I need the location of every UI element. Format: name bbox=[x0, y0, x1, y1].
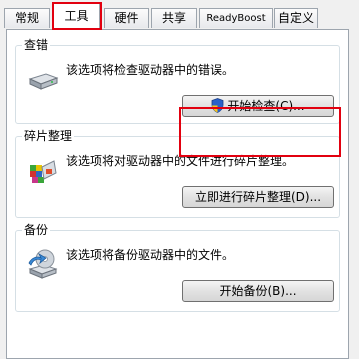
tab-customize[interactable]: 自定义 bbox=[274, 8, 318, 28]
tab-strip: 常规 工具 硬件 共享 ReadyBoost 自定义 bbox=[0, 0, 359, 30]
drive-icon bbox=[28, 73, 59, 90]
error-check-title: 查错 bbox=[22, 37, 51, 53]
tools-page: 查错 该选项将检查驱动器中的错误。 开始检查(C)... 碎片整理 该选项将对驱… bbox=[6, 29, 349, 359]
tab-hardware[interactable]: 硬件 bbox=[104, 8, 149, 28]
backup-section: 备份 该选项将备份驱动器中的文件。 开始备份(B)... bbox=[15, 222, 340, 312]
start-backup-button[interactable]: 开始备份(B)... bbox=[182, 280, 334, 302]
defrag-icon bbox=[30, 160, 57, 183]
backup-title: 备份 bbox=[22, 222, 51, 238]
backup-icon bbox=[28, 249, 58, 279]
button-highlight-box bbox=[179, 107, 341, 157]
defrag-now-label: 立即进行碎片整理(D)... bbox=[194, 190, 322, 204]
defrag-title: 碎片整理 bbox=[22, 128, 75, 144]
backup-description: 该选项将备份驱动器中的文件。 bbox=[66, 248, 235, 262]
defrag-now-button[interactable]: 立即进行碎片整理(D)... bbox=[182, 186, 334, 208]
error-check-description: 该选项将检查驱动器中的错误。 bbox=[66, 63, 235, 77]
start-backup-label: 开始备份(B)... bbox=[219, 284, 297, 298]
tab-general[interactable]: 常规 bbox=[4, 8, 50, 28]
tab-readyboost[interactable]: ReadyBoost bbox=[199, 8, 273, 28]
tab-highlight-box bbox=[52, 2, 102, 30]
tab-sharing[interactable]: 共享 bbox=[151, 8, 197, 28]
